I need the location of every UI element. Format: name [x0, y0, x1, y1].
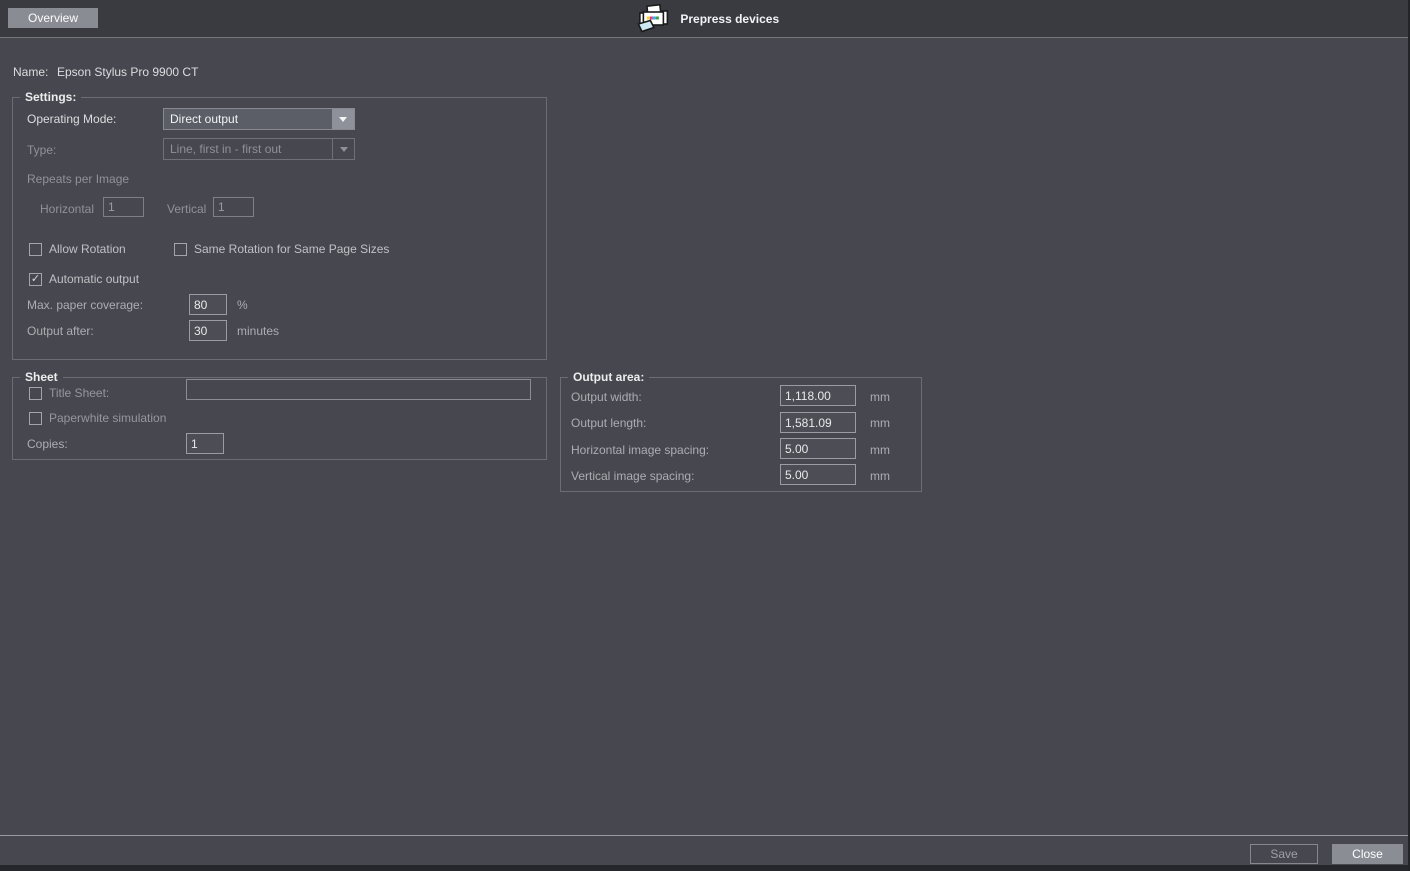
type-label: Type: [27, 143, 56, 157]
device-name-value: Epson Stylus Pro 9900 CT [57, 65, 198, 79]
automatic-output-checkbox[interactable]: ✓ [29, 273, 42, 286]
horizontal-label: Horizontal [40, 202, 94, 216]
copies-label: Copies: [27, 437, 68, 451]
max-paper-coverage-input[interactable] [189, 294, 227, 315]
title-sheet-checkbox[interactable] [29, 387, 42, 400]
device-name-label: Name: [13, 65, 48, 79]
close-button[interactable]: Close [1332, 844, 1403, 864]
same-rotation-row: Same Rotation for Same Page Sizes [174, 242, 389, 256]
chevron-down-icon [340, 147, 348, 152]
sheet-group-title: Sheet [20, 370, 63, 384]
output-area-group-title: Output area: [568, 370, 649, 384]
title-sheet-input[interactable] [186, 379, 531, 400]
automatic-output-label: Automatic output [49, 272, 139, 286]
output-after-input[interactable] [189, 320, 227, 341]
copies-input[interactable] [186, 433, 224, 454]
same-rotation-checkbox[interactable] [174, 243, 187, 256]
settings-group: Settings: [12, 97, 547, 360]
operating-mode-select[interactable]: Direct output [163, 108, 355, 130]
same-rotation-label: Same Rotation for Same Page Sizes [194, 242, 389, 256]
horizontal-spacing-label: Horizontal image spacing: [571, 443, 709, 457]
title-sheet-label: Title Sheet: [49, 386, 109, 400]
page-title: Prepress devices [680, 12, 779, 26]
output-length-unit: mm [870, 416, 890, 430]
vertical-spacing-input[interactable] [780, 464, 856, 485]
paperwhite-row: Paperwhite simulation [29, 411, 166, 425]
type-dropdown-button [332, 139, 354, 159]
max-paper-coverage-label: Max. paper coverage: [27, 298, 143, 312]
vertical-spacing-unit: mm [870, 469, 890, 483]
allow-rotation-label: Allow Rotation [49, 242, 126, 256]
printer-icon [637, 3, 669, 35]
allow-rotation-row: Allow Rotation [29, 242, 126, 256]
max-paper-coverage-unit: % [237, 298, 248, 312]
operating-mode-value: Direct output [163, 108, 355, 130]
repeats-per-image-label: Repeats per Image [27, 172, 129, 186]
footer-bar [0, 836, 1408, 865]
vertical-spacing-label: Vertical image spacing: [571, 469, 694, 483]
operating-mode-label: Operating Mode: [27, 112, 116, 126]
title-sheet-row: Title Sheet: [29, 386, 109, 400]
output-width-input[interactable] [780, 385, 856, 406]
overview-button[interactable]: Overview [8, 8, 98, 28]
prepress-device-settings-window: Overview Prepress devices Name: Epson St… [0, 0, 1410, 871]
horizontal-spacing-unit: mm [870, 443, 890, 457]
paperwhite-label: Paperwhite simulation [49, 411, 166, 425]
header-title-block: Prepress devices [637, 0, 779, 38]
output-length-input[interactable] [780, 412, 856, 433]
output-length-label: Output length: [571, 416, 646, 430]
output-after-label: Output after: [27, 324, 94, 338]
settings-group-title: Settings: [20, 90, 81, 104]
output-after-unit: minutes [237, 324, 279, 338]
vertical-label: Vertical [167, 202, 206, 216]
type-value: Line, first in - first out [163, 138, 355, 160]
vertical-repeats-input [213, 197, 254, 217]
save-button[interactable]: Save [1250, 844, 1318, 864]
automatic-output-row: ✓ Automatic output [29, 272, 139, 286]
top-bar: Overview Prepress devices [0, 0, 1408, 38]
window-bottom-edge [0, 865, 1408, 871]
output-width-unit: mm [870, 390, 890, 404]
output-width-label: Output width: [571, 390, 642, 404]
horizontal-repeats-input [103, 197, 144, 217]
horizontal-spacing-input[interactable] [780, 438, 856, 459]
type-select: Line, first in - first out [163, 138, 355, 160]
paperwhite-checkbox[interactable] [29, 412, 42, 425]
chevron-down-icon [339, 117, 347, 122]
allow-rotation-checkbox[interactable] [29, 243, 42, 256]
operating-mode-dropdown-button[interactable] [332, 109, 354, 129]
